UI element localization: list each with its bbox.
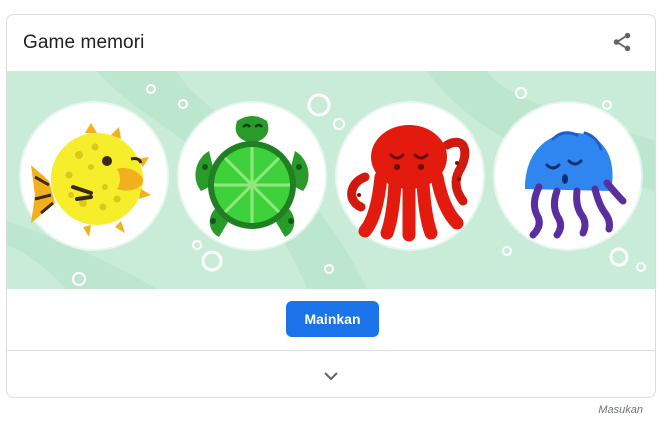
- chevron-down-icon: [324, 372, 338, 381]
- share-button[interactable]: [607, 27, 637, 57]
- share-icon: [613, 32, 631, 52]
- pufferfish-icon: [31, 123, 151, 237]
- turtle-tile[interactable]: [179, 103, 325, 249]
- turtle-icon: [195, 116, 309, 237]
- octopus-icon: [347, 125, 470, 242]
- card-title: Game memori: [23, 32, 145, 53]
- expand-row[interactable]: [7, 351, 655, 397]
- jellyfish-tile[interactable]: [495, 103, 641, 249]
- feedback-link[interactable]: Masukan: [598, 404, 643, 416]
- jellyfish-icon: [525, 131, 627, 239]
- expand-button[interactable]: [318, 363, 344, 389]
- play-button[interactable]: Mainkan: [286, 301, 379, 337]
- pufferfish-tile[interactable]: [21, 103, 167, 249]
- memory-game-card: Game memori Mainkan: [6, 14, 656, 398]
- octopus-tile[interactable]: [337, 103, 483, 249]
- play-row: Mainkan: [7, 289, 655, 351]
- card-header: Game memori: [7, 15, 655, 71]
- game-banner[interactable]: [7, 71, 655, 289]
